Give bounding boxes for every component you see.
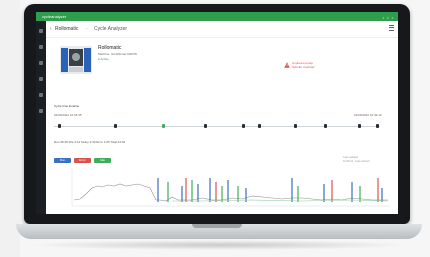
machine-subtitle: Machine: GrindSmart 620XW — [98, 52, 138, 56]
sidebar-item-settings[interactable] — [39, 109, 43, 113]
brand-logo[interactable]: cycleanalyzer — [42, 14, 66, 19]
range-start[interactable]: 01/09/2022 10:18:45 — [54, 113, 82, 117]
status-badge: ● Active — [98, 57, 109, 61]
timeline-marker[interactable] — [58, 124, 61, 128]
timeline-track — [54, 126, 380, 127]
breadcrumb-machine[interactable]: Rollomatic — [55, 26, 78, 32]
sidebar-item-alerts[interactable] — [39, 93, 43, 97]
timeline-marker[interactable] — [258, 124, 261, 128]
alert-message[interactable]: Unplanned stop Spindle overload — [292, 61, 314, 69]
update-note: Last updated 10:49:12 · Auto refresh — [343, 156, 369, 163]
timeline[interactable] — [54, 122, 380, 131]
filter-button-error[interactable]: Error — [74, 158, 91, 163]
laptop: cycleanalyzer • • • ‹ Rollomatic - Cycle… — [6, 0, 430, 257]
timeline-marker[interactable] — [204, 124, 207, 128]
page-header: ‹ Rollomatic - Cycle Analyzer — [46, 21, 398, 38]
laptop-notch — [192, 224, 242, 228]
update-note-line-2: 10:49:12 · Auto refresh — [343, 159, 370, 163]
cycle-stats: Run 36:45 Idle 4:12 Setup 2:30 Error 1:0… — [54, 140, 126, 144]
timeline-marker[interactable] — [358, 124, 361, 128]
alert-line-2: Spindle overload — [292, 65, 315, 69]
timeline-marker[interactable] — [162, 124, 165, 128]
timeline-marker[interactable] — [242, 124, 245, 128]
section-title: Cycle time timeline — [54, 104, 80, 108]
top-bar-icons[interactable]: • • • — [383, 15, 394, 20]
cycle-chart[interactable] — [52, 164, 394, 214]
breadcrumb-separator: - — [86, 26, 88, 32]
app-screen: cycleanalyzer • • • ‹ Rollomatic - Cycle… — [36, 12, 398, 214]
sidebar — [36, 21, 46, 214]
laptop-lid: cycleanalyzer • • • ‹ Rollomatic - Cycle… — [24, 4, 410, 224]
laptop-shadow — [26, 240, 412, 250]
machine-title: Rollomatic — [98, 45, 122, 51]
timeline-marker[interactable] — [376, 124, 379, 128]
back-icon[interactable]: ‹ — [50, 26, 52, 32]
menu-icon[interactable] — [389, 25, 394, 31]
breadcrumb-page: Cycle Analyzer — [94, 26, 128, 32]
range-end[interactable]: 01/09/2022 10:49:12 — [354, 113, 382, 117]
timeline-marker[interactable] — [294, 124, 297, 128]
machine-image — [60, 46, 92, 74]
warning-icon — [284, 62, 290, 68]
laptop-base — [16, 224, 422, 239]
filter-button-run[interactable]: Run — [54, 158, 71, 163]
filter-button-idle[interactable]: Idle — [94, 158, 111, 163]
sidebar-item-dashboard[interactable] — [39, 29, 43, 33]
timeline-marker[interactable] — [324, 124, 327, 128]
top-bar: cycleanalyzer • • • — [36, 12, 398, 21]
timeline-marker[interactable] — [114, 124, 117, 128]
sidebar-item-analytics[interactable] — [39, 61, 43, 65]
sidebar-item-reports[interactable] — [39, 77, 43, 81]
sidebar-item-machines[interactable] — [39, 45, 43, 49]
